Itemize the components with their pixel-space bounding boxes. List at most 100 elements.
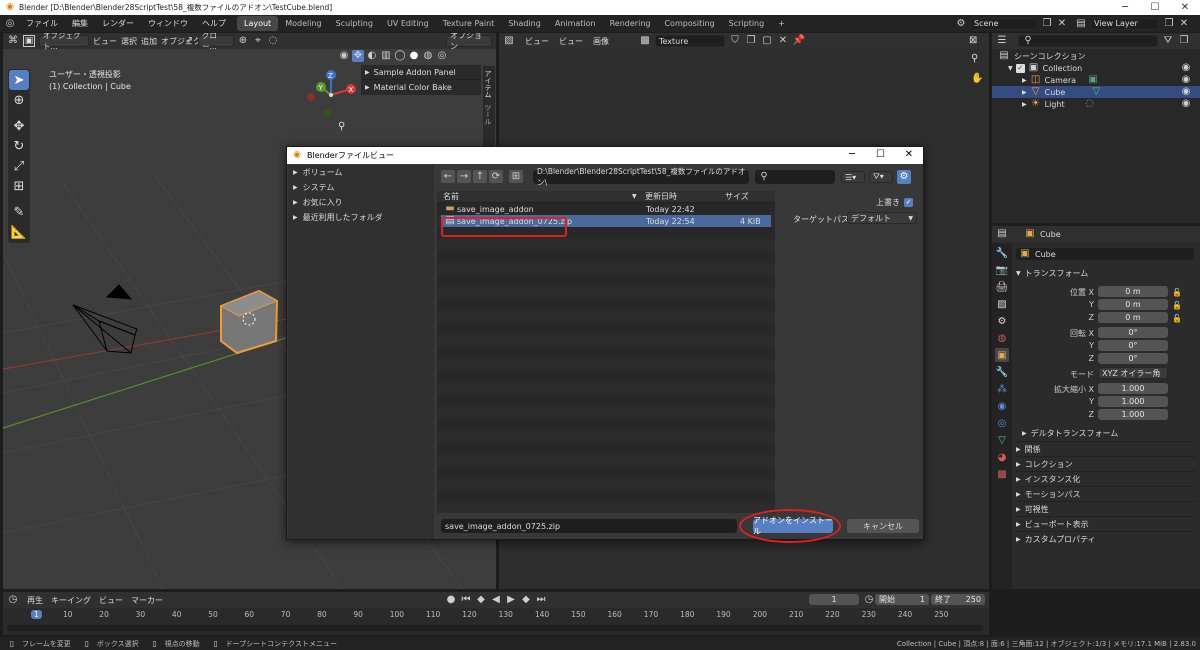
tab-animation[interactable]: Animation xyxy=(548,16,603,31)
tab-scripting[interactable]: Scripting xyxy=(722,16,772,31)
section-visibility[interactable]: ▶ 可視性 xyxy=(1016,501,1196,516)
sidebar-favorites[interactable]: ▶ お気に入り xyxy=(288,195,434,210)
dialog-maximize-button[interactable]: ☐ xyxy=(876,149,885,160)
location-z-field[interactable]: 0 m xyxy=(1098,312,1168,323)
timeline-scrollbar[interactable] xyxy=(7,625,983,631)
overlay-icon[interactable]: ◐ xyxy=(366,50,378,62)
menu-help[interactable]: ヘルプ xyxy=(195,15,233,32)
refresh-icon[interactable]: ⟳ xyxy=(489,170,503,183)
rotation-z-field[interactable]: 0° xyxy=(1098,353,1168,364)
add-workspace-button[interactable]: + xyxy=(771,16,792,31)
section-custom-properties[interactable]: ▶ カスタムプロパティ xyxy=(1016,531,1196,546)
outliner-search[interactable]: ⚲ xyxy=(1018,35,1158,47)
cancel-button[interactable]: キャンセル xyxy=(847,519,919,533)
outliner-type-icon[interactable]: ☰ xyxy=(996,35,1008,47)
pin-icon[interactable]: 📌 xyxy=(793,35,805,47)
pivot-icon[interactable]: ⊕ xyxy=(237,35,249,47)
location-y-field[interactable]: 0 m xyxy=(1098,299,1168,310)
move-tool-icon[interactable]: ✥ xyxy=(9,116,29,136)
material-shading-icon[interactable]: ◍ xyxy=(422,50,434,62)
transform-orientation-dropdown[interactable]: グロー... xyxy=(198,33,234,51)
visibility-icon[interactable]: ◉ xyxy=(1180,98,1192,110)
view-layer-icon[interactable]: ▤ xyxy=(1075,18,1087,30)
view-layer-field[interactable]: View Layer xyxy=(1090,17,1160,30)
duplicate-image-icon[interactable]: ❐ xyxy=(745,35,757,47)
copy-view-layer-icon[interactable]: ❐ xyxy=(1163,18,1175,30)
data-tab-icon[interactable]: ▽ xyxy=(995,433,1009,447)
section-viewport-display[interactable]: ▶ ビューポート表示 xyxy=(1016,516,1196,531)
object-mode-dropdown[interactable]: オブジェクト... xyxy=(39,33,89,51)
unlink-image-icon[interactable]: ✕ xyxy=(777,35,789,47)
jump-end-icon[interactable]: ⏭ xyxy=(535,594,547,606)
tab-layout[interactable]: Layout xyxy=(237,16,279,31)
checkbox-icon[interactable]: ✓ xyxy=(1015,63,1025,73)
zoom-icon[interactable]: ⚲ xyxy=(971,53,978,64)
object-name-field[interactable]: ▣ Cube xyxy=(1016,248,1194,260)
next-keyframe-icon[interactable]: ◆ xyxy=(520,594,532,606)
section-instancing[interactable]: ▶ インスタンス化 xyxy=(1016,471,1196,486)
menu-marker[interactable]: マーカー xyxy=(131,595,163,606)
outliner-root[interactable]: ▤ シーンコレクション xyxy=(998,50,1085,62)
menu-view-2[interactable]: ビュー xyxy=(559,36,583,47)
play-icon[interactable]: ▶ xyxy=(505,594,517,606)
outliner-row-cube[interactable]: ▶ ▽ Cube ▽ ◉ xyxy=(992,86,1200,98)
material-color-bake-panel[interactable]: ▶ Material Color Bake xyxy=(361,80,481,95)
overwrite-checkbox[interactable]: ✓ xyxy=(904,198,913,207)
menu-view[interactable]: ビュー xyxy=(99,595,123,606)
close-button[interactable]: ✕ xyxy=(1170,0,1200,15)
editor-type-icon[interactable]: ▨ xyxy=(503,35,515,47)
texture-field[interactable]: Texture xyxy=(655,35,725,47)
lock-icon[interactable]: 🔓 xyxy=(1172,312,1182,325)
wireframe-shading-icon[interactable]: ◯ xyxy=(394,50,406,62)
tab-modeling[interactable]: Modeling xyxy=(278,16,328,31)
filename-field[interactable]: save_image_addon_0725.zip xyxy=(441,519,737,533)
pan-icon[interactable]: ✋ xyxy=(971,73,983,84)
new-collection-icon[interactable]: ❐ xyxy=(1178,35,1190,47)
tab-compositing[interactable]: Compositing xyxy=(657,16,721,31)
texture-tab-icon[interactable]: ▩ xyxy=(995,467,1009,481)
end-frame-field[interactable]: 終了 250 xyxy=(931,594,985,605)
menu-select[interactable]: 選択 xyxy=(121,36,137,47)
current-frame-field[interactable]: 1 xyxy=(809,594,859,605)
properties-type-icon[interactable]: ▤ xyxy=(996,228,1008,240)
filter-dropdown[interactable]: ⛛▾ xyxy=(869,171,893,183)
filter-icon[interactable]: ⛛ xyxy=(1162,35,1174,47)
scene-field[interactable]: Scene xyxy=(970,17,1038,30)
settings-gear-icon[interactable]: ⚙ xyxy=(897,170,911,184)
section-motion-paths[interactable]: ▶ モーションパス xyxy=(1016,486,1196,501)
tab-uv-editing[interactable]: UV Editing xyxy=(380,16,436,31)
scale-z-field[interactable]: 1.000 xyxy=(1098,409,1168,420)
prev-keyframe-icon[interactable]: ◆ xyxy=(475,594,487,606)
solid-shading-icon[interactable]: ● xyxy=(408,50,420,62)
image-browse-icon[interactable]: ▩ xyxy=(639,35,651,47)
frame-ruler[interactable]: 1 10 20 30 40 50 60 70 80 90 100 110 120 130 140 150 160… xyxy=(3,608,989,622)
view-options-icon[interactable]: ⊠ xyxy=(969,35,983,46)
start-frame-field[interactable]: 開始 1 xyxy=(875,594,929,605)
lock-icon[interactable]: 🔓 xyxy=(1172,286,1182,299)
tab-texture-paint[interactable]: Texture Paint xyxy=(436,16,502,31)
zoom-icon[interactable]: ⚲ xyxy=(338,121,352,135)
maximize-button[interactable]: ☐ xyxy=(1140,0,1170,15)
parent-dir-icon[interactable]: ↑ xyxy=(473,170,487,183)
particles-tab-icon[interactable]: ⁂ xyxy=(995,382,1009,396)
forward-icon[interactable]: → xyxy=(457,170,471,183)
measure-tool-icon[interactable]: 📐 xyxy=(9,222,29,242)
dialog-minimize-button[interactable]: ─ xyxy=(849,149,855,160)
sidebar-system[interactable]: ▶ システム xyxy=(288,180,434,195)
rendered-shading-icon[interactable]: ◎ xyxy=(436,50,448,62)
menu-keying[interactable]: キーイング xyxy=(51,595,91,606)
path-field[interactable]: D:\Blender\Blender28ScriptTest\58_複数ファイル… xyxy=(533,167,749,187)
new-image-icon[interactable]: ▢ xyxy=(761,35,773,47)
rotation-x-field[interactable]: 0° xyxy=(1098,327,1168,338)
tab-rendering[interactable]: Rendering xyxy=(603,16,658,31)
options-dropdown[interactable]: オプション xyxy=(446,33,492,51)
display-mode-dropdown[interactable]: ☰▾ xyxy=(841,171,865,183)
tool-tab-icon[interactable]: 🔧 xyxy=(995,246,1009,260)
scale-x-field[interactable]: 1.000 xyxy=(1098,383,1168,394)
physics-tab-icon[interactable]: ◉ xyxy=(995,399,1009,413)
section-relations[interactable]: ▶ 関係 xyxy=(1016,441,1196,456)
tab-sculpting[interactable]: Sculpting xyxy=(329,16,380,31)
scene-icon[interactable]: ⚙ xyxy=(955,18,967,30)
rotation-y-field[interactable]: 0° xyxy=(1098,340,1168,351)
proportional-edit-icon[interactable]: ◌ xyxy=(267,35,279,47)
